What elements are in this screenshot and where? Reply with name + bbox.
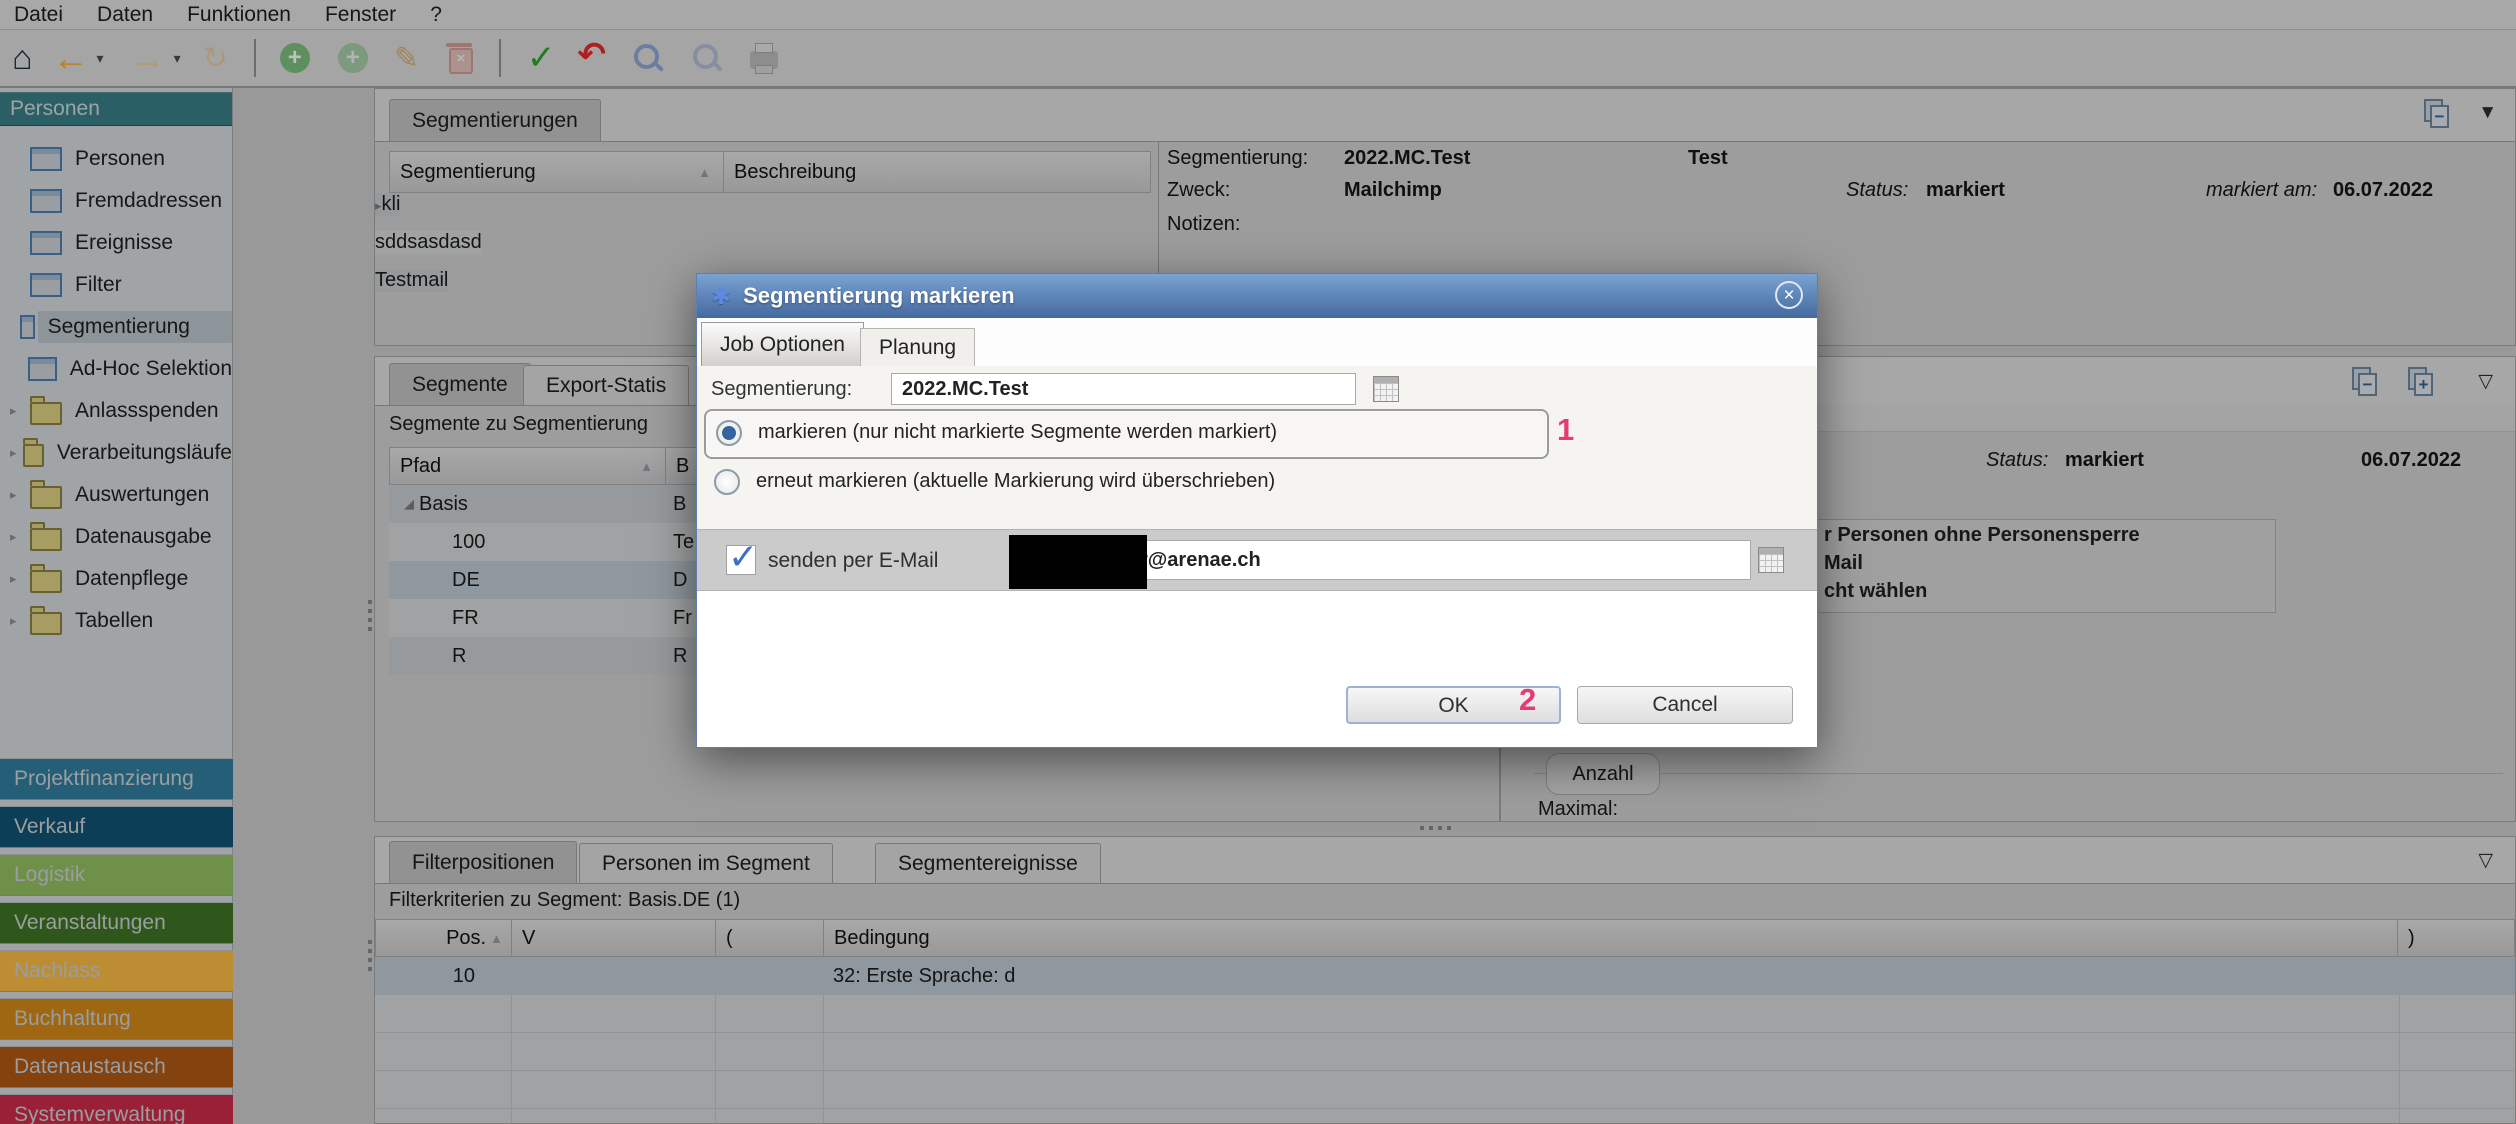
dialog-body: Segmentierung: 2022.MC.Test markieren (n… [697, 366, 1817, 747]
lookup-grid-icon[interactable] [1758, 547, 1784, 573]
checkmark-icon: ✓ [728, 536, 758, 578]
email-band: ✓ senden per E-Mail r@arenae.ch [697, 529, 1817, 591]
dialog-titlebar[interactable]: ✱ Segmentierung markieren × [697, 274, 1817, 318]
senden-checkbox[interactable]: ✓ [726, 545, 756, 575]
radio-erneut-markieren-label[interactable]: erneut markieren (aktuelle Markierung wi… [756, 470, 1275, 493]
application-window: Datei Daten Funktionen Fenster ? ⌂ ← ▾ →… [0, 0, 2516, 1124]
annotation-step1: 1 [1557, 412, 1574, 448]
lookup-grid-icon[interactable] [1373, 376, 1399, 402]
segmentierung-field[interactable]: 2022.MC.Test [891, 373, 1356, 405]
close-icon[interactable]: × [1775, 281, 1803, 309]
radio-markieren-label[interactable]: markieren (nur nicht markierte Segmente … [758, 421, 1277, 444]
email-field[interactable]: r@arenae.ch [1101, 540, 1751, 580]
dialog-title: Segmentierung markieren [743, 283, 1014, 309]
segmentierung-markieren-dialog: ✱ Segmentierung markieren × Job Optionen… [696, 273, 1818, 748]
dialog-tabstrip: Job Optionen Planung [697, 318, 1817, 367]
radio-erneut-markieren[interactable] [714, 469, 740, 495]
redaction-box [1009, 535, 1147, 589]
cancel-button[interactable]: Cancel [1577, 686, 1793, 724]
senden-checkbox-label[interactable]: senden per E-Mail [768, 530, 938, 592]
segmentierung-field-label: Segmentierung: [711, 378, 852, 401]
radio-focus-ring: markieren (nur nicht markierte Segmente … [704, 409, 1549, 459]
email-domain: @arenae.ch [1148, 549, 1261, 571]
annotation-step2: 2 [1519, 682, 1536, 718]
radio-markieren[interactable] [716, 420, 742, 446]
tab-job-optionen[interactable]: Job Optionen [701, 322, 864, 366]
tab-planung[interactable]: Planung [860, 328, 975, 366]
gear-icon: ✱ [711, 282, 731, 311]
